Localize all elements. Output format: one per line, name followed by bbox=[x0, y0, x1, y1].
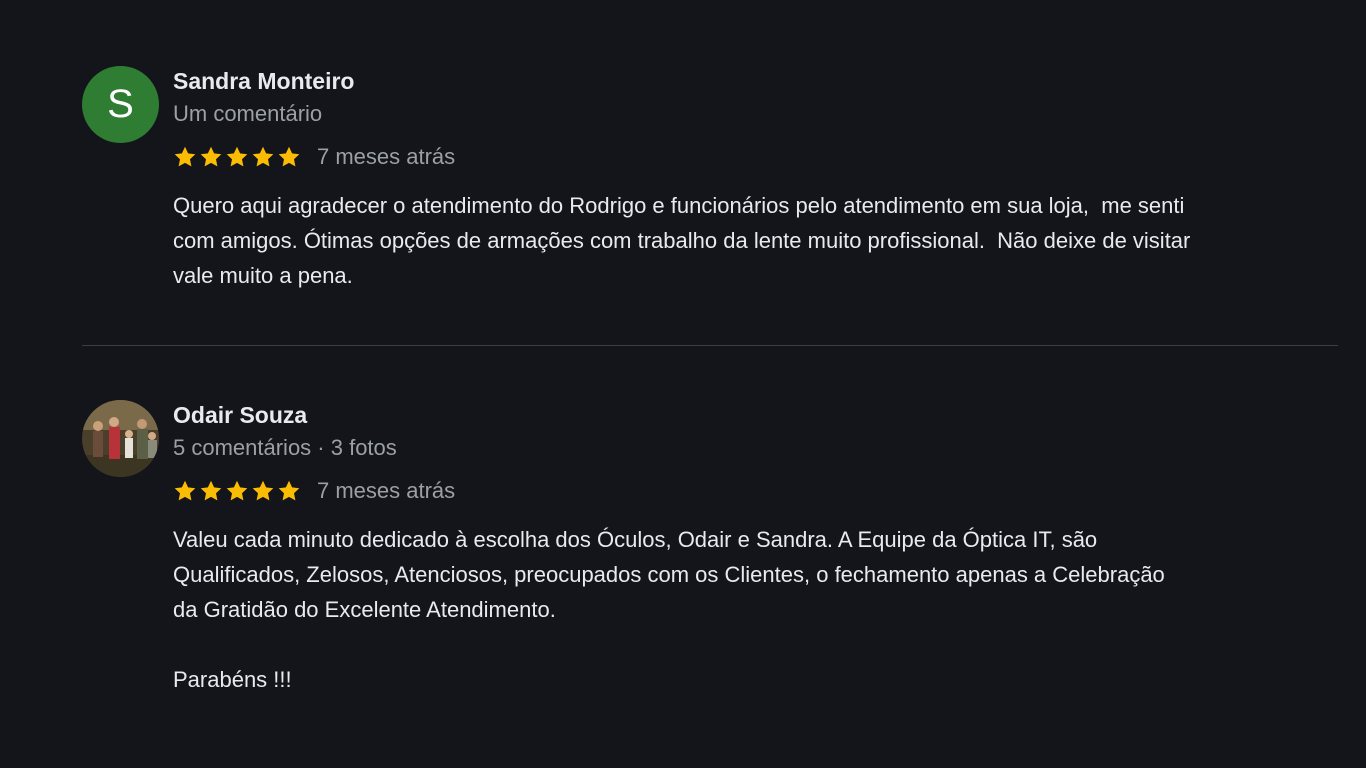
star-icon bbox=[173, 145, 197, 169]
review-text: Valeu cada minuto dedicado à escolha dos… bbox=[173, 527, 1165, 692]
reviewer-meta: Um comentário bbox=[173, 101, 323, 126]
reviewer-name[interactable]: Sandra Monteiro bbox=[173, 68, 354, 95]
star-rating bbox=[173, 479, 301, 503]
review-time: 7 meses atrás bbox=[317, 144, 456, 169]
star-rating bbox=[173, 145, 301, 169]
star-icon bbox=[277, 479, 301, 503]
avatar-photo-icon bbox=[82, 400, 159, 477]
avatar[interactable] bbox=[82, 400, 159, 477]
star-icon bbox=[277, 145, 301, 169]
rating-row: 7 meses atrás bbox=[173, 478, 455, 504]
star-icon bbox=[225, 145, 249, 169]
star-icon bbox=[173, 479, 197, 503]
star-icon bbox=[251, 145, 275, 169]
star-icon bbox=[199, 145, 223, 169]
star-icon bbox=[225, 479, 249, 503]
rating-row: 7 meses atrás bbox=[173, 144, 455, 170]
reviewer-meta: 5 comentários · 3 fotos bbox=[173, 435, 397, 460]
review-text: Quero aqui agradecer o atendimento do Ro… bbox=[173, 193, 1191, 288]
reviewer-name[interactable]: Odair Souza bbox=[173, 402, 307, 429]
avatar[interactable]: S bbox=[82, 66, 159, 143]
review-time: 7 meses atrás bbox=[317, 478, 456, 503]
star-icon bbox=[199, 479, 223, 503]
star-icon bbox=[251, 479, 275, 503]
divider bbox=[82, 345, 1338, 346]
